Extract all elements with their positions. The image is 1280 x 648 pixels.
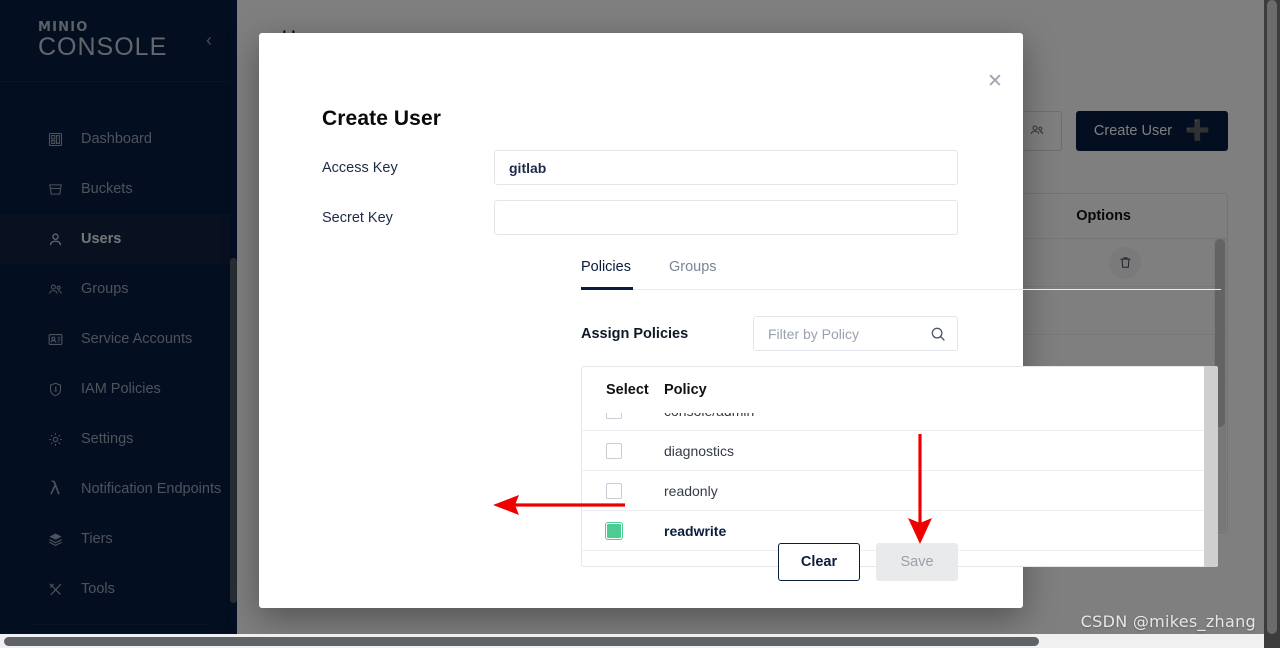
column-header-select: Select	[606, 381, 649, 398]
secret-key-label: Secret Key	[322, 209, 393, 226]
watermark: CSDN @mikes_zhang	[1080, 612, 1256, 631]
policy-checkbox[interactable]	[606, 442, 664, 459]
policy-checkbox[interactable]	[606, 413, 664, 419]
policy-row-readonly[interactable]: readonly	[582, 471, 1217, 511]
column-header-policy: Policy	[664, 381, 707, 398]
policy-name: readonly	[664, 482, 718, 499]
access-key-input[interactable]	[494, 150, 958, 185]
tab-policies[interactable]: Policies	[581, 259, 655, 290]
filter-policy-wrapper	[753, 316, 958, 351]
search-icon[interactable]	[929, 325, 947, 343]
policy-name: diagnostics	[664, 442, 735, 459]
window-horizontal-scrollbar[interactable]	[0, 634, 1264, 648]
window-vertical-scrollbar[interactable]	[1264, 0, 1280, 648]
policy-row-console-admin[interactable]: console/admin	[582, 413, 1217, 431]
assign-policies-row: Assign Policies	[581, 316, 958, 351]
access-key-label: Access Key	[322, 159, 398, 176]
save-button: Save	[876, 543, 958, 581]
window-vertical-scroll-thumb[interactable]	[1267, 0, 1277, 634]
tab-groups[interactable]: Groups	[655, 259, 731, 289]
secret-key-input[interactable]	[494, 200, 958, 235]
modal-title: Create User	[322, 107, 441, 130]
secret-key-row: Secret Key	[322, 200, 958, 235]
window-horizontal-scroll-thumb[interactable]	[4, 637, 1039, 646]
assign-policies-label: Assign Policies	[581, 325, 689, 342]
access-key-row: Access Key	[322, 150, 958, 185]
filter-policy-input[interactable]	[753, 316, 958, 351]
policy-checkbox[interactable]	[606, 482, 664, 499]
policy-table-header: Select Policy	[582, 367, 1217, 413]
policy-name: readwrite	[664, 522, 727, 539]
modal-footer: Clear Save	[778, 543, 958, 581]
close-icon[interactable]: ✕	[981, 67, 1009, 95]
policy-table: Select Policy console/admin diagnostics …	[581, 366, 1218, 567]
policy-name: console/admin	[664, 413, 754, 419]
clear-button[interactable]: Clear	[778, 543, 860, 581]
app-root: Users oup Create User ➕ Options	[0, 0, 1280, 648]
create-user-modal: ✕ Create User Access Key Secret Key Poli…	[259, 33, 1221, 608]
policy-checkbox-checked[interactable]	[606, 522, 664, 539]
policy-section-scrollbar[interactable]	[1204, 366, 1218, 567]
policy-row-diagnostics[interactable]: diagnostics	[582, 431, 1217, 471]
modal-tabs: Policies Groups	[581, 259, 1221, 290]
